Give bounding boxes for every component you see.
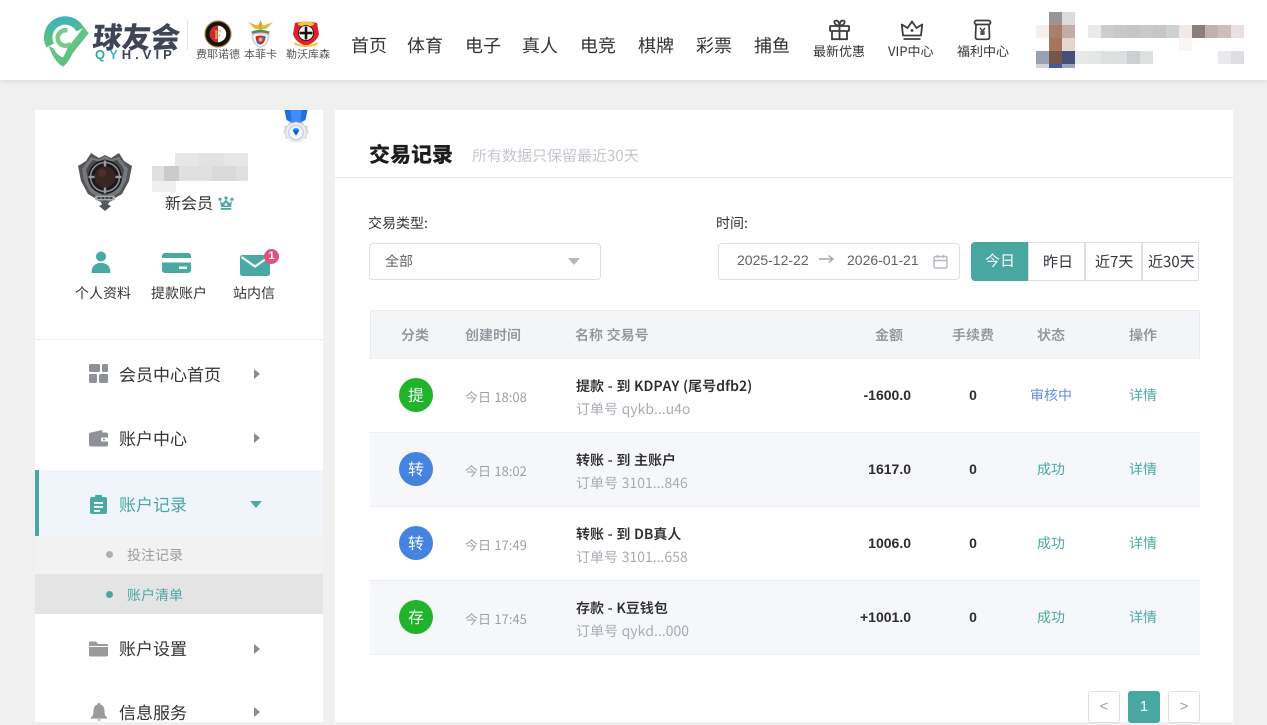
svg-text:F: F xyxy=(214,27,222,42)
